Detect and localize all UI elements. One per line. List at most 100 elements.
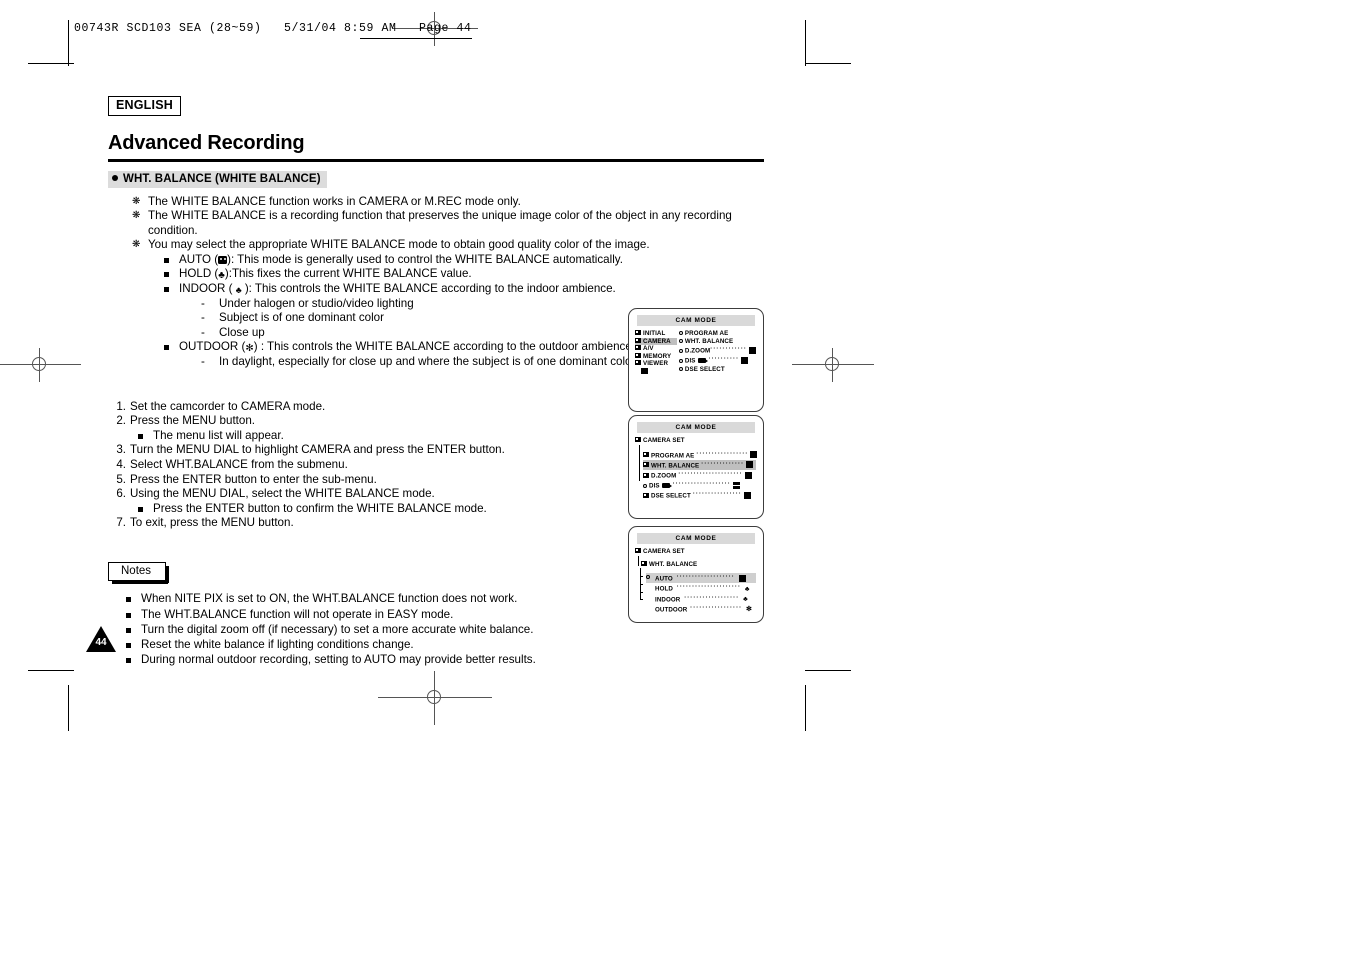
lcd-title-bar: CAM MODE xyxy=(637,533,755,544)
mode-text-after: ):This fixes the current WHITE BALANCE v… xyxy=(224,267,472,281)
square-icon xyxy=(746,461,754,469)
registration-mark-left xyxy=(0,348,81,382)
outdoor-wb-icon: ✻ xyxy=(245,343,254,355)
lcd-title-bar: CAM MODE xyxy=(637,315,755,326)
menu-item-label: D.ZOOM xyxy=(651,472,677,480)
menu-cursor-block xyxy=(635,367,677,377)
square-bullet-icon xyxy=(126,657,131,663)
option-hold[interactable]: HOLD ····················· ♣ xyxy=(646,583,756,593)
folder-icon xyxy=(635,352,641,358)
menu-item-viewer[interactable]: VIEWER xyxy=(635,360,677,368)
folder-icon xyxy=(641,560,647,566)
tree-tick xyxy=(640,599,643,601)
auto-wb-icon xyxy=(738,574,746,582)
submenu-item-label: D.ZOOM xyxy=(684,347,711,355)
crop-mark-bottom-left-vertical xyxy=(68,685,69,731)
square-bullet-icon xyxy=(164,257,169,263)
submenu-item-wht-balance[interactable]: WHT. BALANCE xyxy=(678,338,756,346)
list-item: HOLD (♣):This fixes the current WHITE BA… xyxy=(164,267,768,282)
mode-text-before: HOLD ( xyxy=(179,267,219,281)
notes-tab-label: Notes xyxy=(108,561,170,584)
lcd-screen-camera-set: CAM MODE CAMERA SET PROGRAM AE ··········… xyxy=(628,415,764,519)
submenu-item-program-ae[interactable]: PROGRAM AE xyxy=(678,330,756,338)
section-heading: WHT. BALANCE (WHITE BALANCE) xyxy=(108,170,327,188)
dash-bullet-icon: - xyxy=(201,325,205,339)
dash-bullet-icon: - xyxy=(201,296,205,310)
mode-text-after: ): This controls the WHITE BALANCE accor… xyxy=(241,282,616,296)
submenu-item-label: DIS xyxy=(684,357,696,365)
lcd-screen-wht-balance-options: CAM MODE CAMERA SET WHT. BALANCE AUTO ··… xyxy=(628,526,764,623)
folder-icon xyxy=(643,452,649,458)
folder-icon xyxy=(635,437,641,442)
crop-mark-top-left-horizontal xyxy=(28,63,74,64)
step-number: 3. xyxy=(116,443,126,457)
menu-item-wht-balance[interactable]: WHT. BALANCE ·············· xyxy=(643,459,756,470)
menu-root-label: CAMERA SET xyxy=(643,548,685,555)
list-item: ❋ The WHITE BALANCE function works in CA… xyxy=(132,195,768,210)
step-number: 2. xyxy=(116,414,126,428)
menu-item-program-ae[interactable]: PROGRAM AE ················· xyxy=(643,450,758,460)
hold-wb-icon: ♣ xyxy=(744,585,750,593)
menu-item-memory[interactable]: MEMORY xyxy=(635,352,677,361)
step-text: Press the ENTER button to enter the sub-… xyxy=(130,472,377,486)
crop-mark-top-right-vertical xyxy=(805,20,806,66)
list-item-text: The WHITE BALANCE is a recording functio… xyxy=(148,209,732,237)
list-item: Turn the digital zoom off (if necessary)… xyxy=(126,623,768,638)
dot-leader: ············ xyxy=(710,345,747,353)
square-icon xyxy=(743,491,751,499)
step-text: Turn the MENU DIAL to highlight CAMERA a… xyxy=(130,443,505,457)
dot-leader: ····················· xyxy=(676,583,742,591)
folder-icon xyxy=(635,330,641,335)
menu-item-camera[interactable]: CAMERA xyxy=(635,337,677,346)
option-label: INDOOR xyxy=(655,596,681,604)
square-bullet-icon xyxy=(126,597,131,603)
list-item-text: The menu list will appear. xyxy=(153,428,284,442)
submenu-item-dis[interactable]: DIS ·········· xyxy=(678,355,756,365)
option-auto[interactable]: AUTO ··················· xyxy=(646,573,756,584)
folder-icon xyxy=(643,462,649,468)
list-item-text: When NITE PIX is set to ON, the WHT.BALA… xyxy=(141,592,518,606)
step-number: 1. xyxy=(116,399,126,413)
submenu-item-dse-select[interactable]: DSE SELECT xyxy=(678,366,756,374)
registration-mark-bottom xyxy=(378,671,492,725)
option-label: AUTO xyxy=(655,575,673,583)
list-item-text: The WHITE BALANCE function works in CAME… xyxy=(148,194,521,208)
menu-root-camera-set[interactable]: CAMERA SET xyxy=(635,437,756,445)
menu-item-av[interactable]: A/V xyxy=(635,345,677,353)
list-item-text: Reset the white balance if lighting cond… xyxy=(141,637,414,651)
tree-connector xyxy=(638,555,639,566)
menu-item-dis[interactable]: DIS ··················· xyxy=(643,480,756,490)
diamond-icon xyxy=(678,338,683,343)
folder-icon xyxy=(643,492,649,498)
square-icon xyxy=(741,356,749,364)
submenu-item-label: PROGRAM AE xyxy=(684,330,729,337)
page-number-badge: 44 xyxy=(86,626,116,652)
dot-leader: ····················· xyxy=(678,469,743,477)
option-outdoor[interactable]: OUTDOOR ················· ✻ xyxy=(646,604,756,614)
option-indoor[interactable]: INDOOR ·················· ♣ xyxy=(646,594,756,604)
mode-text-after: ) : This controls the WHITE BALANCE acco… xyxy=(253,340,635,354)
square-icon xyxy=(750,451,758,459)
dot-leader: ·················· xyxy=(684,593,740,601)
square-bullet-icon xyxy=(126,612,131,618)
square-bullet-icon xyxy=(126,642,131,648)
menu-sub-root-wht-balance[interactable]: WHT. BALANCE xyxy=(641,560,756,569)
folder-icon xyxy=(635,337,641,343)
menu-item-label: DSE SELECT xyxy=(651,492,691,500)
camera-icon xyxy=(661,482,672,488)
menu-sub-root-label: WHT. BALANCE xyxy=(649,560,698,568)
menu-root-camera-set[interactable]: CAMERA SET xyxy=(635,548,756,556)
clover-bullet-icon: ❋ xyxy=(132,210,141,222)
list-item: Reset the white balance if lighting cond… xyxy=(126,638,768,653)
square-icon xyxy=(744,471,752,479)
square-bullet-icon xyxy=(164,345,169,351)
menu-item-dzoom[interactable]: D.ZOOM ····················· xyxy=(643,470,756,480)
square-icon xyxy=(732,481,740,489)
menu-item-initial[interactable]: INITIAL xyxy=(635,330,677,338)
menu-item-label: PROGRAM AE xyxy=(651,452,695,460)
lcd-left-column: INITIAL CAMERA A/V MEMORY VIEWER xyxy=(635,330,677,377)
menu-item-dse-select[interactable]: DSE SELECT ················ xyxy=(643,490,756,500)
step-number: 7. xyxy=(116,516,126,530)
submenu-item-dzoom[interactable]: D.ZOOM············ xyxy=(678,345,756,355)
menu-item-label: VIEWER xyxy=(643,360,669,368)
